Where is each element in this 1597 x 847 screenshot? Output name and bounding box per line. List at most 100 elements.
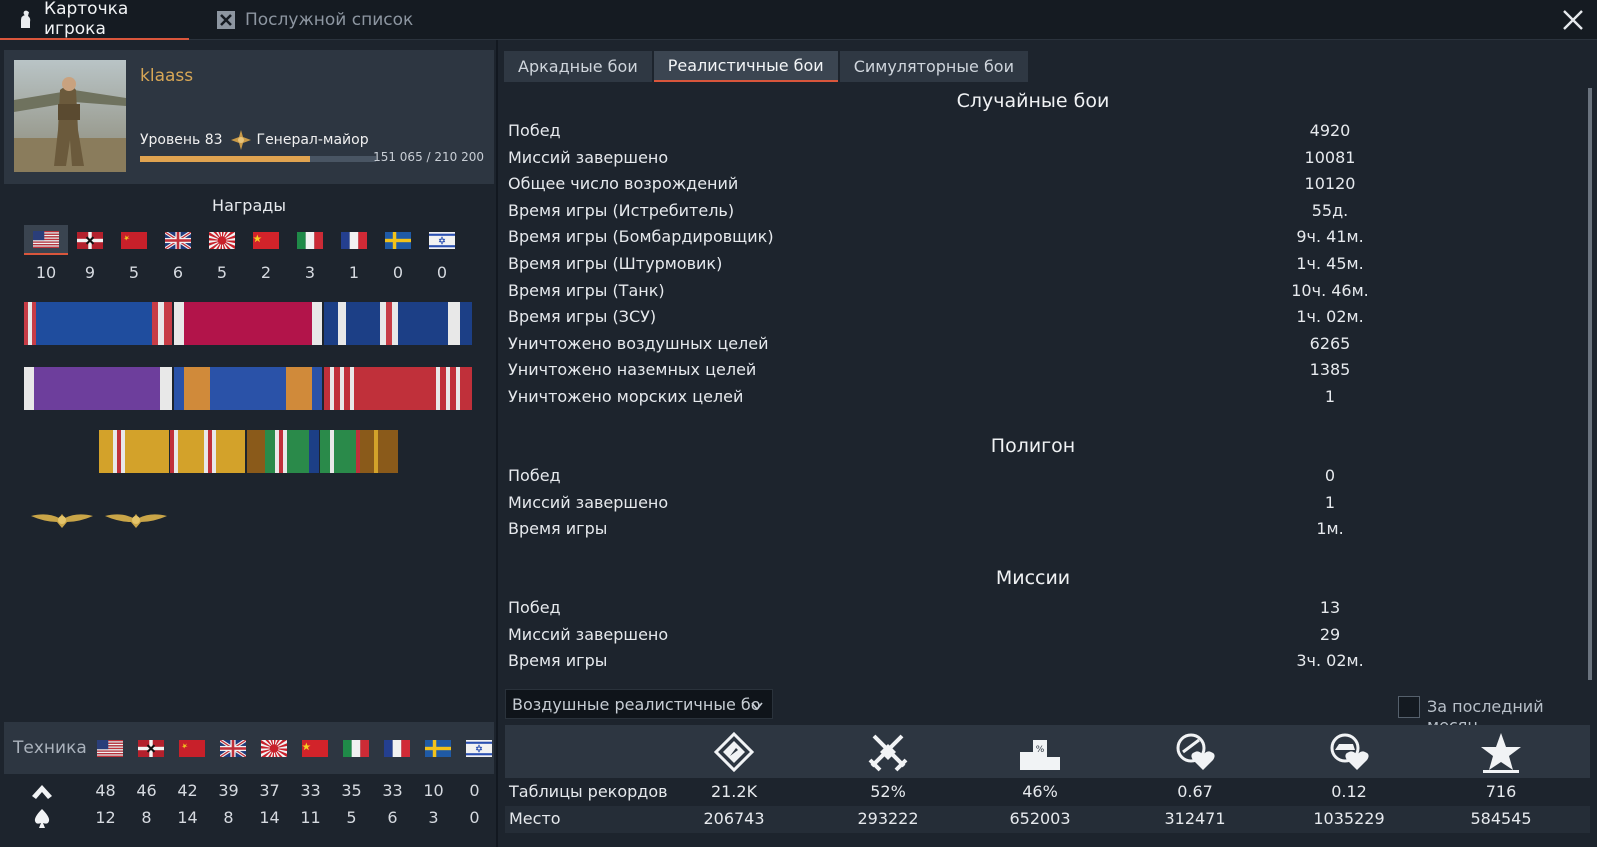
flag-ussr-icon[interactable] [112,225,156,255]
service-record-icon [215,9,237,31]
stat-value: 1м. [1316,519,1344,539]
podium-icon: % [1018,730,1062,774]
ribbon[interactable] [324,302,472,345]
flag-britain-icon[interactable] [156,225,200,255]
stat-label: Уничтожено воздушных целей [508,333,769,353]
xp-progress-bar [140,156,376,162]
tab-arcade[interactable]: Аркадные бои [504,51,652,82]
scrollbar-thumb[interactable] [1588,88,1592,680]
technique-elite-value: 12 [95,808,116,827]
technique-label: Техника [13,738,87,758]
stat-row: Уничтожено морских целей 1 [508,385,1568,412]
flag-usa-icon[interactable] [24,225,68,255]
ribbon[interactable] [170,430,245,473]
stat-value: 1 [1324,387,1336,406]
tab-simulator[interactable]: Симуляторные бои [839,51,1028,82]
flag-ussr-icon[interactable] [171,736,212,760]
award-count: 5 [128,263,140,282]
last-month-checkbox[interactable] [1398,696,1420,718]
flag-china-icon[interactable] [294,736,335,760]
leaderboard-header: % [505,725,1590,778]
stat-label: Время игры (Истребитель) [508,200,735,220]
technique-total-value: 10 [423,781,444,800]
flag-israel-icon[interactable] [458,736,499,760]
technique-total-values: 48 46 42 39 37 33 35 33 10 0 [85,781,495,800]
flag-sweden-icon[interactable] [376,225,420,255]
technique-elite-value: 8 [141,808,152,827]
technique-elite-value: 8 [223,808,234,827]
record-value: 716 [1485,782,1517,801]
ribbon[interactable] [247,430,319,473]
flag-germany-icon[interactable] [130,736,171,760]
flag-israel-icon[interactable] [420,225,464,255]
ribbon[interactable] [99,430,169,473]
flag-france-icon[interactable] [332,225,376,255]
stat-label: Время игры (Танк) [508,280,665,300]
technique-total-value: 46 [136,781,157,800]
technique-country-flags [89,736,499,760]
section-title-random: Случайные бои [956,90,1110,112]
flag-france-icon[interactable] [376,736,417,760]
victories-icon [866,730,910,774]
stat-label: Побед [508,466,561,485]
place-value: 206743 [703,809,765,828]
stats-scrollbar[interactable] [1588,88,1592,680]
flag-china-icon[interactable] [244,225,288,255]
award-count: 10 [35,263,57,282]
award-count: 1 [348,263,360,282]
award-count: 9 [84,263,96,282]
flag-usa-icon[interactable] [89,736,130,760]
ribbon[interactable] [24,302,172,345]
stats-area[interactable]: Случайные бои Побед 4920 Миссий завершено 10… [498,88,1588,680]
flag-britain-icon[interactable] [212,736,253,760]
technique-header: Техника [4,722,494,774]
leaderboard-records-row: Таблицы рекордов 21.2K 52% 46% 0.67 0.12 716 [505,779,1590,806]
stat-label: Время игры (Штурмовик) [508,254,723,273]
flag-italy-icon[interactable] [335,736,376,760]
technique-elite-value: 14 [259,808,280,827]
ribbon[interactable] [174,367,322,410]
stat-label: Время игры (Бомбардировщик) [508,227,774,247]
tab-player-card[interactable]: Карточка игрока [0,0,189,40]
pilot-wings-icon[interactable] [29,508,95,532]
stat-value: 1ч. 02м. [1296,307,1364,327]
tab-realistic[interactable]: Реалистичные бои [653,51,838,82]
technique-total-value: 37 [259,781,280,800]
technique-elite-value: 14 [177,808,198,827]
ribbon[interactable] [24,367,172,410]
technique-total-row: 48 46 42 39 37 33 35 33 10 0 [4,778,494,805]
flag-japan-icon[interactable] [200,225,244,255]
stat-row: Время игры (Штурмовик) 1ч. 45м. [508,252,1568,279]
awards-country-flags [24,225,464,255]
award-count: 3 [304,263,316,282]
stat-label: Время игры (ЗСУ) [508,307,657,327]
stat-value: 10120 [1304,174,1356,194]
tab-service-record-label: Послужной список [245,10,414,30]
flag-sweden-icon[interactable] [417,736,458,760]
leaderboard-mode-dropdown[interactable]: Воздушные реалистичные бо [505,689,773,719]
pilot-wings-icon[interactable] [103,508,169,532]
awards-title: Награды [212,196,286,215]
stat-label: Побед [508,121,561,140]
stat-value: 1385 [1309,360,1351,380]
stat-value: 10081 [1304,147,1356,167]
ribbon[interactable] [320,430,398,473]
stat-value: 0 [1324,466,1336,485]
tab-service-record[interactable]: Послужной список [201,0,413,40]
svg-text:%: % [1036,745,1045,755]
ribbon[interactable] [324,367,472,410]
flag-japan-icon[interactable] [253,736,294,760]
ribbon[interactable] [174,302,322,345]
awards-counts: 10 9 5 6 5 2 3 1 0 0 [24,263,464,282]
avatar[interactable] [14,60,126,172]
technique-elite-value: 6 [387,808,398,827]
flag-italy-icon[interactable] [288,225,332,255]
close-icon[interactable] [1559,6,1587,34]
award-count: 6 [172,263,184,282]
level-label: Уровень 83 [140,132,223,148]
place-value: 293222 [857,809,919,828]
stat-row: Миссий завершено 10081 [508,146,1568,173]
flag-germany-icon[interactable] [68,225,112,255]
section-title-missions: Миссии [995,567,1071,589]
stat-row: Время игры 1м. [508,517,1568,544]
